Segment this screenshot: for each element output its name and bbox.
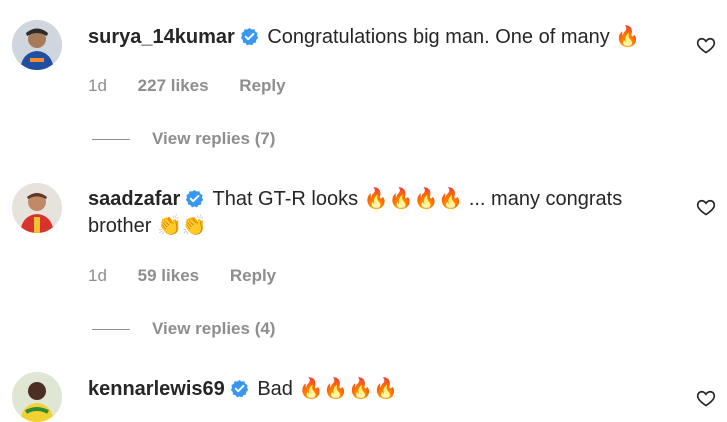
- avatar[interactable]: [12, 183, 62, 233]
- avatar[interactable]: [12, 372, 62, 422]
- username[interactable]: kennarlewis69: [88, 378, 225, 400]
- username[interactable]: saadzafar: [88, 188, 180, 210]
- comment-body: saadzafar That GT-R looks 🔥🔥🔥🔥 ... many …: [88, 186, 648, 240]
- avatar[interactable]: [12, 20, 62, 70]
- comment-text: Congratulations big man. One of many: [267, 26, 610, 48]
- divider-line: [92, 329, 130, 331]
- comment-text: That GT-R looks: [212, 188, 359, 210]
- likes-count[interactable]: 227 likes: [138, 76, 209, 95]
- verified-badge-icon: [240, 27, 259, 46]
- clapping-emoji-icon: 👏👏: [156, 215, 207, 237]
- reply-button[interactable]: Reply: [239, 76, 285, 95]
- comment-text-line2: brother: [88, 215, 152, 237]
- view-replies-label: View replies (7): [152, 129, 276, 148]
- like-heart-icon[interactable]: [696, 35, 716, 55]
- verified-badge-icon: [230, 379, 249, 398]
- username[interactable]: surya_14kumar: [88, 26, 235, 48]
- view-replies-button[interactable]: View replies (7): [92, 129, 275, 149]
- verified-badge-icon: [185, 189, 204, 208]
- like-heart-icon[interactable]: [696, 197, 716, 217]
- comment-meta: 1d 59 likes Reply: [88, 266, 302, 286]
- comment-time: 1d: [88, 76, 107, 95]
- comment-text: Bad: [257, 378, 293, 400]
- fire-emoji-icon: 🔥🔥🔥🔥: [363, 188, 464, 210]
- comment-body: kennarlewis69 Bad 🔥🔥🔥🔥: [88, 376, 648, 403]
- comment-body: surya_14kumar Congratulations big man. O…: [88, 24, 648, 51]
- view-replies-label: View replies (4): [152, 319, 276, 338]
- comment-meta: 1d 227 likes Reply: [88, 76, 312, 96]
- comment-text-continued: ... many congrats: [463, 188, 623, 210]
- view-replies-button[interactable]: View replies (4): [92, 319, 275, 339]
- like-heart-icon[interactable]: [696, 388, 716, 408]
- comment-time: 1d: [88, 266, 107, 285]
- reply-button[interactable]: Reply: [230, 266, 276, 285]
- fire-emoji-icon: 🔥🔥🔥🔥: [298, 378, 399, 400]
- likes-count[interactable]: 59 likes: [138, 266, 199, 285]
- divider-line: [92, 139, 130, 141]
- fire-emoji-icon: 🔥: [615, 26, 641, 48]
